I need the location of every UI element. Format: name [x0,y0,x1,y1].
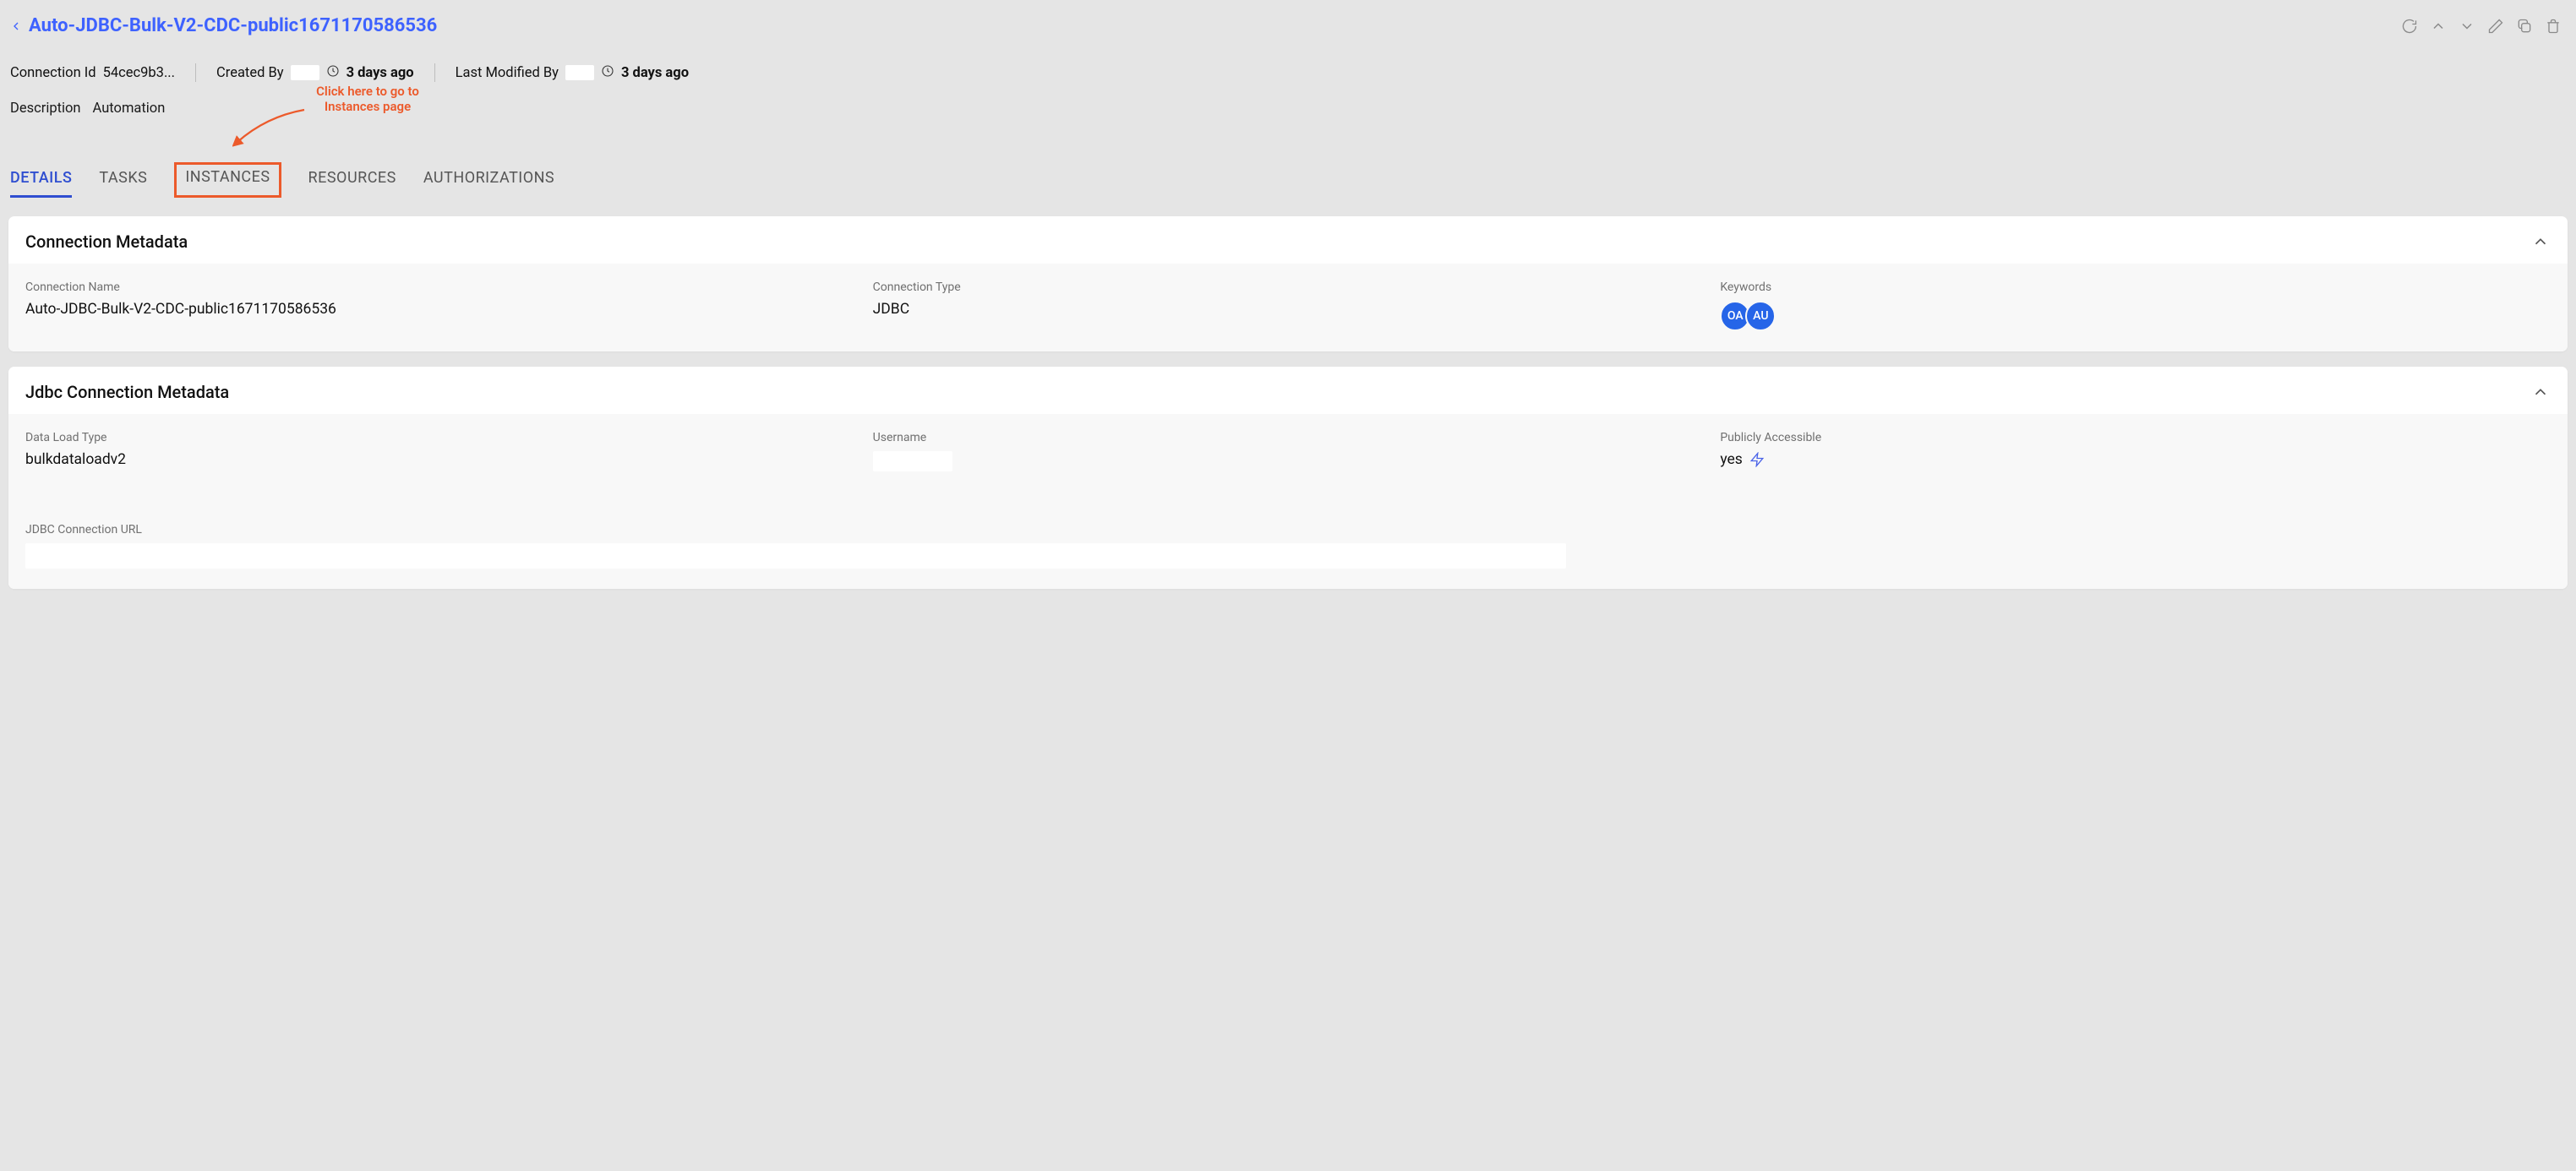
tab-bar: DETAILS TASKS INSTANCES RESOURCES AUTHOR… [8,164,2568,198]
last-modified-by-value [565,65,594,80]
created-by-label: Created By [216,65,284,81]
jdbc-url-value [25,543,1566,569]
clock-icon [326,64,340,82]
connection-id-value: 54cec9b3... [103,65,175,81]
username-value [873,451,952,471]
lightning-icon [1749,452,1765,467]
tab-details[interactable]: DETAILS [10,164,72,198]
connection-name-value: Auto-JDBC-Bulk-V2-CDC-public167117058653… [25,301,856,318]
jdbc-metadata-card: Jdbc Connection Metadata Data Load Type … [8,367,2568,589]
refresh-icon[interactable] [2400,17,2419,35]
connection-name-label: Connection Name [25,280,856,294]
last-modified-ago-value: 3 days ago [621,65,689,81]
description-label: Description [10,101,81,117]
tab-authorizations[interactable]: AUTHORIZATIONS [423,164,554,198]
page-title[interactable]: Auto-JDBC-Bulk-V2-CDC-public167117058653… [29,15,437,36]
delete-icon[interactable] [2544,17,2562,35]
copy-icon[interactable] [2515,17,2534,35]
jdbc-url-label: JDBC Connection URL [25,523,2551,536]
publicly-accessible-value: yes [1720,451,1742,468]
data-load-type-label: Data Load Type [25,431,856,444]
connection-type-label: Connection Type [873,280,1704,294]
tab-resources[interactable]: RESOURCES [308,164,396,198]
connection-id-label: Connection Id [10,65,96,81]
keyword-badge-au[interactable]: AU [1745,301,1776,331]
separator [195,63,196,82]
connection-metadata-card: Connection Metadata Connection Name Auto… [8,216,2568,351]
collapse-toggle[interactable] [2530,382,2551,402]
jdbc-metadata-title: Jdbc Connection Metadata [25,382,229,402]
data-load-type-value: bulkdataloadv2 [25,451,856,468]
tab-instances[interactable]: INSTANCES [174,162,281,198]
last-modified-label: Last Modified By [456,65,559,81]
keywords-label: Keywords [1720,280,2551,294]
collapse-toggle[interactable] [2530,231,2551,252]
tab-tasks[interactable]: TASKS [99,164,147,198]
connection-type-value: JDBC [873,301,1704,318]
meta-bar: Connection Id 54cec9b3... Created By 3 d… [8,38,2568,90]
description-value: Automation [93,101,166,117]
clock-icon [601,64,614,82]
chevron-up-icon[interactable] [2429,17,2448,35]
keywords-row: OA AU [1720,301,2551,331]
created-by-value [291,65,319,80]
edit-icon[interactable] [2486,17,2505,35]
created-ago-value: 3 days ago [347,65,414,81]
header-toolbar [2400,17,2562,35]
connection-metadata-title: Connection Metadata [25,231,188,252]
username-label: Username [873,431,1704,444]
back-chevron-icon[interactable] [8,19,24,34]
chevron-down-icon[interactable] [2458,17,2476,35]
publicly-accessible-label: Publicly Accessible [1720,431,2551,444]
separator [434,63,435,82]
